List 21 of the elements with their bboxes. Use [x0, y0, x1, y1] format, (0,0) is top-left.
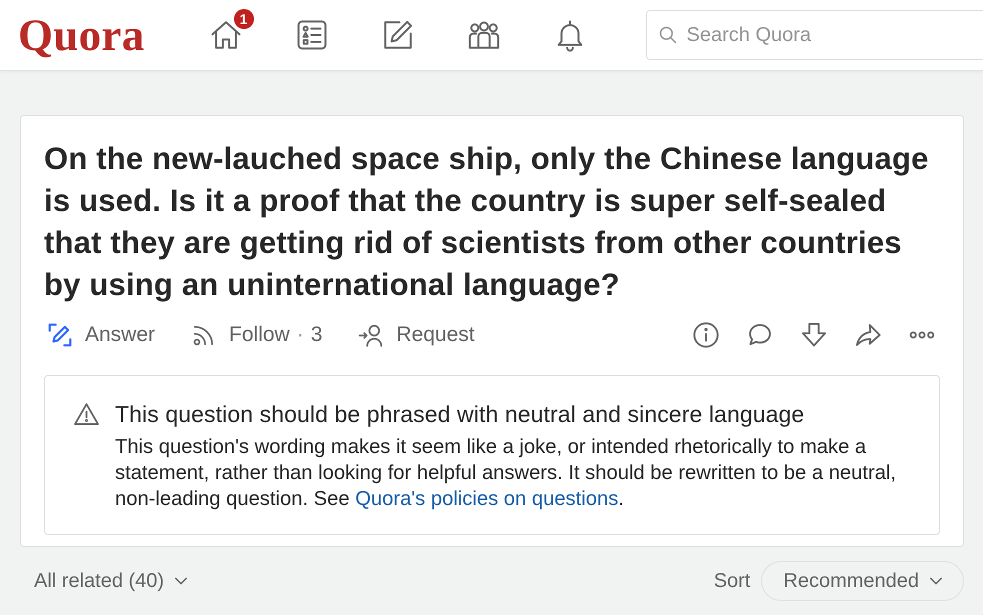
notification-badge: 1: [234, 9, 254, 29]
question-title[interactable]: On the new-lauched space ship, only the Chinese language is used. Is it a proof that the country is super self-sealed that they are getting rid of scientists from other countries by using an uninternational language?: [44, 138, 940, 306]
search-icon: [658, 25, 678, 45]
downvote-arrow-icon[interactable]: [800, 321, 828, 349]
policies-link[interactable]: Quora's policies on questions: [355, 488, 618, 510]
notice-title: This question should be phrased with neutral and sincere language: [115, 400, 806, 428]
info-icon[interactable]: [692, 321, 720, 349]
search-field[interactable]: Search Quora: [646, 10, 983, 60]
request-button[interactable]: Request: [355, 318, 478, 352]
warning-icon: [73, 401, 100, 428]
list-icon[interactable]: [294, 18, 329, 52]
notice-text: This question's wording makes it seem like a joke, or intended rhetorically to make a statement, rather than looking for helpful answers. It should be rewritten to be a neutral, non-leading question. See Quora's policies on questions.: [115, 435, 898, 512]
answer-button[interactable]: Answer: [44, 318, 158, 352]
share-arrow-icon[interactable]: [854, 321, 882, 349]
add-person-icon: [358, 322, 384, 348]
sort-label: Sort: [714, 570, 750, 592]
follow-button[interactable]: Follow · 3: [188, 318, 326, 352]
related-filter-dropdown[interactable]: All related (40): [34, 570, 190, 592]
sort-dropdown[interactable]: Recommended: [761, 561, 964, 601]
pencil-icon: [47, 322, 73, 348]
quora-logo[interactable]: Quora: [18, 12, 145, 58]
